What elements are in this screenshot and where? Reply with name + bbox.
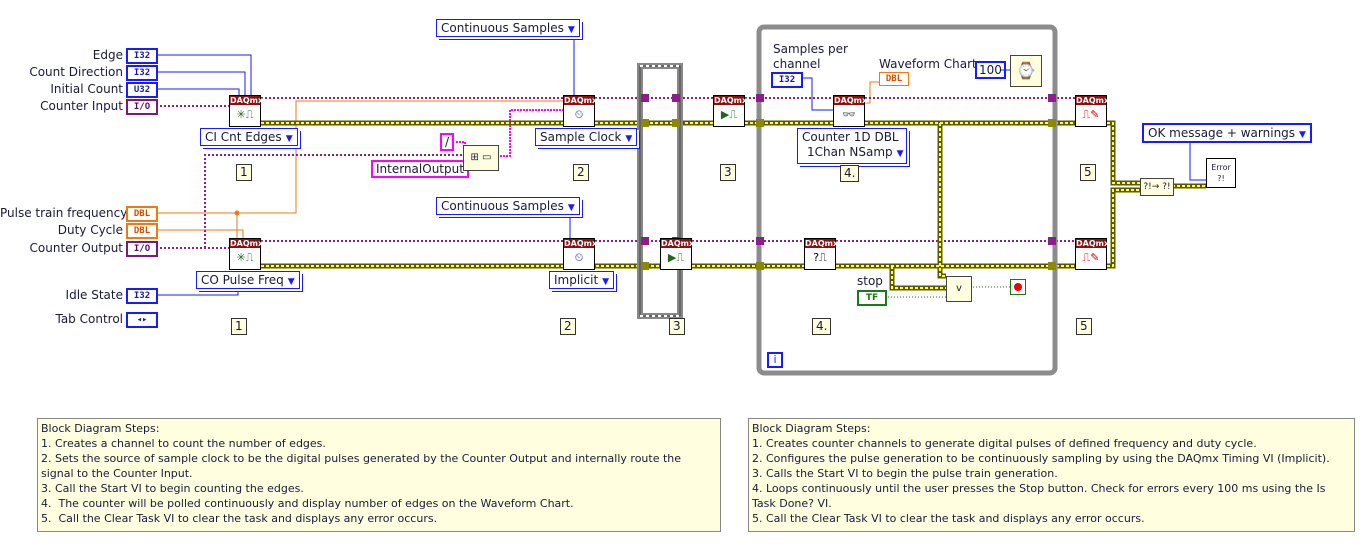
samples-per-channel-terminal[interactable]: I32 — [771, 72, 803, 88]
flat-sequence-frame — [637, 63, 683, 319]
clock-icon: ⏲ — [574, 251, 584, 264]
notes-left: Block Diagram Steps: 1. Creates a channe… — [37, 418, 721, 532]
dropdown-arrow-icon: ▼ — [567, 203, 575, 213]
dropdown-arrow-icon: ▼ — [602, 277, 610, 287]
daqmx-timing-implicit[interactable]: DAQmx ⏲ — [563, 238, 597, 270]
duty-cycle-terminal[interactable]: DBL — [126, 223, 158, 239]
clock-icon: ⏲ — [574, 108, 584, 121]
waveform-chart-label: Waveform Chart — [879, 57, 977, 71]
samples-per-channel-label: Samples per channel — [773, 42, 848, 71]
block-diagram: Edge I32 Count Direction I32 Initial Cou… — [0, 0, 1371, 546]
wait-ms-constant[interactable]: 100 — [975, 61, 1006, 79]
dropdown-arrow-icon: ▼ — [287, 277, 295, 287]
edge-terminal[interactable]: I32 — [126, 48, 158, 64]
stop-terminal[interactable]: TF — [857, 290, 887, 306]
step-label: 1 — [236, 164, 252, 181]
error-dialog-type-ring[interactable]: OK message + warnings ▼ — [1142, 123, 1312, 143]
daqmx-start-task-ci[interactable]: DAQmx ▶⎍ — [713, 95, 747, 127]
pulse-train-frequency-terminal[interactable]: DBL — [126, 206, 158, 222]
counter-output-label: Counter Output — [29, 241, 123, 255]
implicit-ring[interactable]: Implicit ▼ — [549, 271, 615, 289]
notes-right: Block Diagram Steps: 1. Creates counter … — [748, 418, 1355, 532]
sample-clock-ring[interactable]: Sample Clock ▼ — [535, 128, 638, 146]
ci-cnt-edges-ring[interactable]: CI Cnt Edges ▼ — [200, 128, 298, 146]
step-label: 4. — [840, 165, 860, 182]
daqmx-is-task-done-node[interactable]: DAQmx ?⎍ — [804, 238, 838, 270]
step-label: 2 — [560, 318, 576, 335]
step-label: 4. — [812, 318, 832, 335]
continuous-samples-ring-top[interactable]: Continuous Samples ▼ — [436, 19, 580, 37]
step-label: 5 — [1076, 318, 1092, 335]
step-label: 5 — [1080, 164, 1096, 181]
step-label: 3 — [669, 318, 685, 335]
daqmx-timing-sample-clock[interactable]: DAQmx ⏲ — [563, 95, 597, 127]
dropdown-arrow-icon: ▼ — [625, 134, 633, 144]
initial-count-terminal[interactable]: U32 — [126, 82, 158, 98]
read-type-ring[interactable]: Counter 1D DBL 1Chan NSamp ▼ — [797, 128, 907, 164]
play-icon: ▶⎍ — [667, 251, 685, 264]
dropdown-arrow-icon: ▼ — [285, 134, 293, 144]
daqmx-create-channel-ci[interactable]: DAQmx ✳⎍ — [229, 95, 263, 127]
iteration-terminal: i — [767, 352, 783, 368]
question-icon: ?⎍ — [813, 251, 827, 264]
step-label: 3 — [720, 164, 736, 181]
continuous-samples-ring-bottom[interactable]: Continuous Samples ▼ — [436, 197, 580, 215]
merge-errors-node[interactable]: ?!→ ?! — [1140, 178, 1174, 196]
duty-cycle-label: Duty Cycle — [57, 223, 123, 237]
idle-state-terminal[interactable]: I32 — [126, 288, 158, 304]
edge-label: Edge — [92, 48, 123, 62]
tab-control-label: Tab Control — [55, 312, 123, 326]
wait-ms-node-watch-icon[interactable]: ⌚ — [1010, 55, 1042, 87]
play-icon: ▶⎍ — [720, 108, 738, 121]
or-node[interactable]: v — [946, 276, 972, 302]
simple-error-handler-node[interactable]: Error ?! — [1206, 158, 1236, 188]
daqmx-clear-task-co[interactable]: DAQmx ⎍✎ — [1075, 238, 1109, 270]
counter-input-label: Counter Input — [40, 99, 123, 113]
daqmx-clear-task-ci[interactable]: DAQmx ⎍✎ — [1075, 95, 1109, 127]
counter-output-terminal[interactable]: I/O — [126, 241, 158, 257]
eraser-icon: ⎍✎ — [1082, 108, 1100, 121]
loop-condition-stop-icon[interactable] — [1010, 279, 1026, 295]
pulse-train-frequency-label: Pulse train frequency — [0, 206, 128, 220]
dropdown-arrow-icon: ▼ — [567, 25, 575, 35]
pulse-icon: ✳⎍ — [236, 108, 254, 121]
counter-input-terminal[interactable]: I/O — [126, 99, 158, 115]
count-direction-terminal[interactable]: I32 — [126, 65, 158, 81]
count-direction-label: Count Direction — [29, 65, 123, 79]
glasses-icon: 👓 — [842, 108, 856, 121]
internal-output-constant[interactable]: InternalOutput — [371, 160, 469, 178]
waveform-chart-terminal[interactable]: DBL — [879, 72, 909, 86]
daqmx-create-channel-co[interactable]: DAQmx ✳⎍ — [229, 238, 263, 270]
tab-control-terminal[interactable]: ◂▸ — [126, 312, 158, 328]
idle-state-label: Idle State — [65, 288, 123, 302]
dropdown-arrow-icon: ▼ — [1299, 130, 1306, 140]
eraser-icon: ⎍✎ — [1082, 251, 1100, 264]
daqmx-start-task-co[interactable]: DAQmx ▶⎍ — [660, 238, 694, 270]
co-pulse-freq-ring[interactable]: CO Pulse Freq ▼ — [196, 271, 300, 289]
daqmx-read-node[interactable]: DAQmx 👓 — [833, 95, 867, 127]
concatenate-strings-node[interactable]: ⊞ ▭ — [463, 145, 499, 171]
slash-constant[interactable]: / — [440, 133, 455, 151]
initial-count-label: Initial Count — [50, 82, 123, 96]
step-label: 2 — [573, 164, 589, 181]
step-label: 1 — [231, 318, 247, 335]
pulse-icon: ✳⎍ — [236, 251, 254, 264]
stop-label: stop — [857, 274, 883, 288]
dropdown-arrow-icon: ▼ — [896, 149, 904, 159]
